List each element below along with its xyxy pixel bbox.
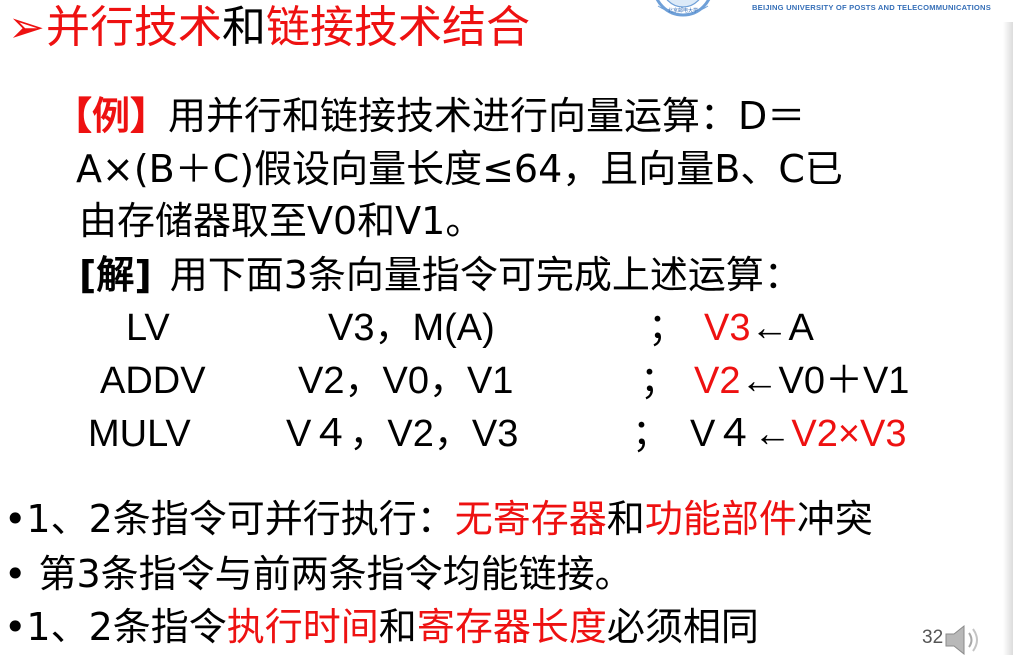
instruction-opcode: MULV xyxy=(88,413,191,455)
bullet-text: 1、2条指令可并行执行： xyxy=(26,497,455,541)
title-part-chaining: 链接技术结合 xyxy=(266,2,530,53)
comment-dest-register: V3 xyxy=(704,307,751,349)
solution-line: [解] 用下面3条向量指令可完成上述运算： xyxy=(79,253,802,297)
operands-text: V3，M(A) xyxy=(328,307,495,349)
operands-text: V2，V0，V1 xyxy=(298,360,514,402)
instruction-operands: V3，M(A) xyxy=(328,306,495,350)
slide-title: ➢并行技术和链接技术结合 xyxy=(8,3,530,53)
bullet-chaining: • 第3条指令与前两条指令均能链接。 xyxy=(4,552,633,596)
comment-expression: ←A xyxy=(750,307,814,349)
title-part-parallel: 并行技术 xyxy=(46,2,222,53)
operands-rest: ，V2，V3 xyxy=(349,413,519,455)
comment-expression: ←V0＋V1 xyxy=(740,360,910,402)
comment-digit: ４ xyxy=(715,413,754,455)
bullet-highlight: 无寄存器 xyxy=(454,497,607,541)
bullet-marker: • xyxy=(4,605,27,649)
instruction-comment: V2←V0＋V1 xyxy=(694,359,909,403)
instruction-separator: ； xyxy=(632,413,671,455)
bullet-text: 冲突 xyxy=(796,497,873,541)
bullet-same-timing: •1、2条指令执行时间和寄存器长度必须相同 xyxy=(4,605,759,649)
comment-expression: V2×V3 xyxy=(791,413,907,455)
university-logo-emblem: 北京邮电大学 xyxy=(655,0,711,17)
bullet-parallel-execution: •1、2条指令可并行执行：无寄存器和功能部件冲突 xyxy=(4,497,873,541)
operands-digit: ４ xyxy=(311,413,350,455)
bullet-highlight: 功能部件 xyxy=(644,497,797,541)
instruction-operands: V４，V2，V3 xyxy=(286,412,518,456)
bullet-text: 和 xyxy=(606,497,645,541)
bullet-text: 1、2条指令 xyxy=(26,605,227,649)
instruction-operands: V2，V0，V1 xyxy=(298,359,513,403)
logo-emblem-text: 北京邮电大学 xyxy=(668,7,698,14)
solution-label: [解] xyxy=(79,253,152,297)
example-line-3: 由存储器取至V0和V1。 xyxy=(79,199,484,243)
speaker-icon[interactable] xyxy=(934,621,982,655)
example-label: 【例】 xyxy=(54,94,169,138)
bullet-highlight: 执行时间 xyxy=(226,605,379,649)
slide: ➢并行技术和链接技术结合 北京邮电大学 BEIJING UNIVERSITY O… xyxy=(0,0,1013,655)
bullet-marker: • xyxy=(4,552,39,596)
university-name-english: BEIJING UNIVERSITY OF POSTS AND TELECOMM… xyxy=(752,3,991,12)
instruction-comment: V3←A xyxy=(704,306,814,350)
arrow-bullet-icon: ➢ xyxy=(8,2,45,53)
comment-arrow: ← xyxy=(753,413,792,455)
comment-dest-register: V xyxy=(690,413,716,455)
title-part-and: 和 xyxy=(222,2,266,53)
bullet-text: 必须相同 xyxy=(606,605,759,649)
example-line-1-text: 用并行和链接技术进行向量运算：D＝ xyxy=(168,94,806,138)
operands-text: V xyxy=(286,413,312,455)
example-line-1: 【例】用并行和链接技术进行向量运算：D＝ xyxy=(54,94,805,138)
instruction-separator: ； xyxy=(648,307,687,349)
solution-text: 用下面3条向量指令可完成上述运算： xyxy=(169,253,802,297)
bullet-marker: • xyxy=(4,497,27,541)
bullet-highlight: 寄存器长度 xyxy=(416,605,607,649)
instruction-opcode: LV xyxy=(126,307,170,349)
slide-edge-shadow xyxy=(1003,22,1013,655)
instruction-separator: ； xyxy=(640,360,679,402)
example-line-2: A×(B＋C)假设向量长度≤64，且向量B、C已 xyxy=(76,147,843,191)
instruction-opcode: ADDV xyxy=(100,360,206,402)
comment-dest-register: V2 xyxy=(694,360,741,402)
bullet-text: 第3条指令与前两条指令均能链接。 xyxy=(38,552,633,596)
instruction-comment: V４←V2×V3 xyxy=(690,412,907,456)
bullet-text: 和 xyxy=(378,605,417,649)
